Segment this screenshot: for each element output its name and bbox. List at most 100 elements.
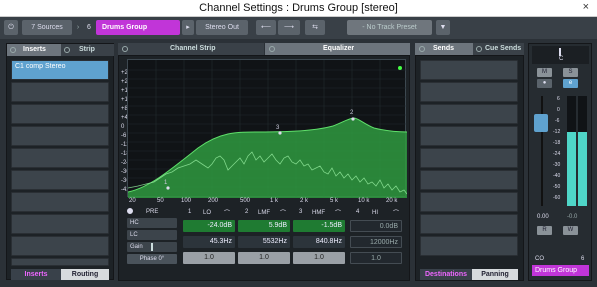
- scale-tick: -50: [553, 184, 561, 190]
- output-selector[interactable]: Stereo Out: [196, 20, 248, 35]
- band-1-q[interactable]: 1.0: [183, 252, 235, 264]
- insert-slot[interactable]: [11, 192, 109, 212]
- tab-panning[interactable]: Panning: [472, 269, 518, 280]
- scale-tick: 0: [557, 107, 560, 113]
- band-4-gain[interactable]: 0.0dB: [350, 220, 402, 232]
- insert-slot[interactable]: [11, 82, 109, 102]
- scale-tick: -12: [553, 129, 561, 135]
- power-icon[interactable]: [476, 46, 482, 52]
- send-slot[interactable]: [420, 170, 518, 190]
- mute-button[interactable]: M: [537, 68, 552, 77]
- band-4-freq[interactable]: 12000Hz: [350, 236, 402, 248]
- title-bar: Channel Settings : Drums Group [stereo] …: [0, 0, 597, 17]
- volume-fader-handle[interactable]: [534, 114, 548, 132]
- band-3-freq[interactable]: 840.8Hz: [293, 236, 345, 248]
- band-4-filter-icon[interactable]: ⌒: [393, 208, 399, 217]
- tab-inserts[interactable]: Inserts: [7, 44, 61, 56]
- send-slot[interactable]: [420, 104, 518, 124]
- sources-button[interactable]: 7 Sources: [22, 20, 72, 35]
- band-1-freq[interactable]: 45.3Hz: [183, 236, 235, 248]
- send-slot[interactable]: [420, 60, 518, 80]
- insert-slot[interactable]: [11, 148, 109, 168]
- power-icon[interactable]: [269, 46, 275, 52]
- send-slot[interactable]: [420, 236, 518, 256]
- insert-slot[interactable]: [11, 104, 109, 124]
- close-icon[interactable]: ×: [583, 1, 589, 13]
- band-2-gain[interactable]: 5.9dB: [238, 220, 290, 232]
- eq-marker-1: 1: [164, 180, 168, 186]
- send-slot[interactable]: [420, 82, 518, 102]
- band-3-q[interactable]: 1.0: [293, 252, 345, 264]
- band-1-gain[interactable]: -24.0dB: [183, 220, 235, 232]
- previous-channel-button[interactable]: ⟵: [256, 20, 276, 35]
- band-4-q[interactable]: 1.0: [350, 252, 402, 264]
- x-tick: 20 k: [386, 198, 398, 204]
- tab-destinations[interactable]: Destinations: [420, 269, 472, 280]
- tab-sends[interactable]: Sends: [415, 43, 473, 55]
- tab-equalizer[interactable]: Equalizer: [265, 43, 410, 55]
- preset-menu-button[interactable]: ▼: [436, 20, 450, 35]
- band-1-number: 1: [188, 209, 192, 215]
- power-icon[interactable]: ⏻: [4, 20, 18, 35]
- power-icon[interactable]: [419, 46, 425, 52]
- eq-active-indicator: [398, 66, 402, 70]
- insert-slot[interactable]: [11, 214, 109, 234]
- tab-inserts-bottom[interactable]: Inserts: [11, 269, 61, 280]
- send-slot[interactable]: [420, 126, 518, 146]
- eq-band-2-handle[interactable]: [351, 117, 355, 121]
- band-4-number: 4: [356, 209, 360, 215]
- insert-slot[interactable]: C1 comp Stereo: [11, 60, 109, 80]
- tab-routing[interactable]: Routing: [61, 269, 109, 280]
- eq-band-3-handle[interactable]: [278, 131, 282, 135]
- gain-slider[interactable]: Gain: [127, 242, 177, 252]
- read-automation-button[interactable]: R: [537, 226, 552, 235]
- insert-slot[interactable]: [11, 170, 109, 190]
- x-tick: 20: [129, 198, 136, 204]
- send-slot[interactable]: [420, 148, 518, 168]
- power-icon[interactable]: [127, 208, 133, 214]
- eq-band-1-handle[interactable]: [166, 186, 170, 190]
- pan-knob[interactable]: C: [532, 46, 589, 64]
- gain-slider-handle[interactable]: [151, 243, 153, 251]
- track-name-field[interactable]: Drums Group: [96, 20, 180, 35]
- output-routing-icon[interactable]: ▸: [182, 20, 194, 35]
- send-slot[interactable]: [420, 214, 518, 234]
- scale-tick: -30: [553, 162, 561, 168]
- scale-tick: 6: [557, 96, 560, 102]
- insert-slot[interactable]: [11, 258, 109, 266]
- eq-curve-svg[interactable]: [127, 60, 408, 198]
- band-2-q[interactable]: 1.0: [238, 252, 290, 264]
- power-icon[interactable]: [10, 47, 16, 53]
- peak-readout[interactable]: -0.0: [567, 214, 577, 220]
- link-icon[interactable]: CO: [535, 256, 544, 262]
- channel-name-label[interactable]: Drums Group: [532, 265, 589, 276]
- next-channel-button[interactable]: ⟶: [278, 20, 300, 35]
- band-3-gain[interactable]: -1.5dB: [293, 220, 345, 232]
- phase-button[interactable]: Phase 0°: [127, 254, 177, 264]
- volume-readout[interactable]: 0.00: [537, 214, 549, 220]
- insert-slot[interactable]: [11, 126, 109, 146]
- hc-button[interactable]: HC: [127, 218, 177, 228]
- send-slot[interactable]: [420, 192, 518, 212]
- monitor-button[interactable]: ●: [537, 79, 552, 88]
- lc-button[interactable]: LC: [127, 230, 177, 240]
- band-2-freq[interactable]: 5532Hz: [238, 236, 290, 248]
- band-2-filter-icon[interactable]: ⌒: [280, 208, 286, 217]
- power-icon[interactable]: [122, 46, 128, 52]
- write-automation-button[interactable]: W: [563, 226, 578, 235]
- power-icon[interactable]: [64, 47, 70, 53]
- insert-slot[interactable]: [11, 236, 109, 256]
- edit-button[interactable]: e: [563, 79, 578, 88]
- eq-curve-display[interactable]: 1 2 3: [127, 59, 408, 198]
- link-channels-button[interactable]: ⇆: [305, 20, 325, 35]
- band-3-filter-icon[interactable]: ⌒: [335, 208, 341, 217]
- toolbar: ⏻ 7 Sources › 6 Drums Group ▸ Stereo Out…: [0, 17, 597, 39]
- scale-tick: -6: [555, 118, 560, 124]
- solo-button[interactable]: S: [563, 68, 578, 77]
- track-preset-field[interactable]: - No Track Preset: [347, 20, 432, 35]
- x-tick: 500: [240, 198, 251, 204]
- band-1-filter-icon[interactable]: ⌒: [224, 208, 230, 217]
- tab-strip[interactable]: Strip: [61, 44, 114, 56]
- tab-channel-strip[interactable]: Channel Strip: [118, 43, 264, 55]
- tab-cue-sends[interactable]: Cue Sends: [473, 43, 524, 55]
